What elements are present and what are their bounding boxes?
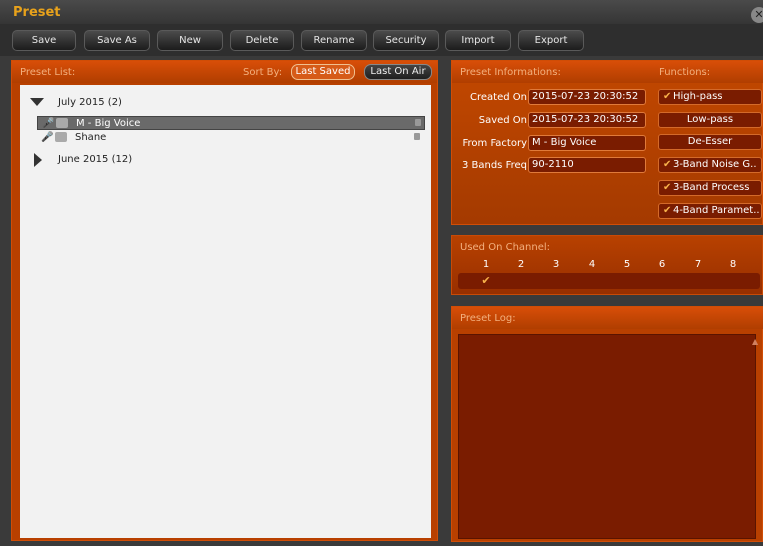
group-label: July 2015 (2) <box>58 97 122 108</box>
collapse-arrow-icon[interactable] <box>30 98 44 106</box>
function-label: De-Esser <box>687 136 733 147</box>
preset-item-big-voice[interactable]: 🎤 M - Big Voice <box>37 116 425 130</box>
preset-log-panel: Preset Log: ▲ <box>451 306 763 542</box>
function-label: 3-Band Process <box>673 182 750 193</box>
preset-log-textarea[interactable] <box>458 334 756 539</box>
export-button[interactable]: Export <box>518 30 584 51</box>
function-label: High-pass <box>673 91 723 102</box>
microphone-icon: 🎤 <box>41 132 54 143</box>
channel-number: 7 <box>694 259 702 270</box>
saved-on-field: 2015-07-23 20:30:52 <box>528 112 646 128</box>
preset-tree[interactable]: July 2015 (2) 🎤 M - Big Voice 🎤 Shane Ju… <box>20 85 431 538</box>
preset-info-label: Preset Informations: <box>460 67 561 78</box>
checkmark-icon: ✔ <box>663 91 672 102</box>
window-title: Preset <box>13 5 61 20</box>
new-button[interactable]: New <box>157 30 223 51</box>
created-on-label: Created On <box>470 92 527 103</box>
channel-number: 1 <box>482 259 490 270</box>
lock-icon <box>414 133 420 140</box>
function-low-pass[interactable]: Low-pass <box>658 112 762 128</box>
channel-number: 8 <box>729 259 737 270</box>
function-label: Low-pass <box>686 114 734 125</box>
group-june-2015[interactable]: June 2015 (12) <box>20 151 431 169</box>
save-button[interactable]: Save <box>12 30 76 51</box>
preset-log-header: Preset Log: <box>452 307 763 329</box>
used-on-channel-panel: Used On Channel: 1 2 3 4 5 6 7 8 ✔ <box>451 235 763 295</box>
channel-number: 2 <box>517 259 525 270</box>
function-label: 3-Band Noise G.. <box>673 159 757 170</box>
security-button[interactable]: Security <box>373 30 439 51</box>
preset-item-shane[interactable]: 🎤 Shane <box>37 131 425 145</box>
scroll-up-icon[interactable]: ▲ <box>752 337 758 346</box>
channel-number: 3 <box>552 259 560 270</box>
import-button[interactable]: Import <box>445 30 511 51</box>
channel-number: 4 <box>588 259 596 270</box>
expand-arrow-icon[interactable] <box>34 153 42 167</box>
function-4-band-parametric[interactable]: ✔ 4-Band Paramet.. <box>658 203 762 219</box>
group-july-2015[interactable]: July 2015 (2) <box>20 94 431 112</box>
preset-info-panel: Preset Informations: Functions: Created … <box>451 60 763 225</box>
lock-icon <box>415 119 421 126</box>
from-factory-label: From Factory <box>462 138 527 149</box>
checkmark-icon: ✔ <box>663 205 672 216</box>
rename-button[interactable]: Rename <box>301 30 367 51</box>
channel-1-check-icon: ✔ <box>481 274 491 287</box>
close-icon[interactable]: ✕ <box>751 7 763 23</box>
created-on-field: 2015-07-23 20:30:52 <box>528 89 646 105</box>
save-as-button[interactable]: Save As <box>84 30 150 51</box>
preset-icon <box>55 132 67 142</box>
checkmark-icon: ✔ <box>663 159 672 170</box>
preset-name: M - Big Voice <box>76 118 141 129</box>
channel-number: 5 <box>623 259 631 270</box>
used-on-channel-label: Used On Channel: <box>460 242 551 253</box>
microphone-icon: 🎤 <box>42 118 55 129</box>
title-bar: Preset ✕ <box>0 0 763 24</box>
preset-list-panel: Preset List: Sort By: Last Saved Last On… <box>11 60 438 541</box>
function-noise-gate[interactable]: ✔ 3-Band Noise G.. <box>658 157 762 173</box>
function-3-band-process[interactable]: ✔ 3-Band Process <box>658 180 762 196</box>
checkmark-icon: ✔ <box>663 182 672 193</box>
sort-by-label: Sort By: <box>243 67 283 78</box>
from-factory-field: M - Big Voice <box>528 135 646 151</box>
preset-info-header: Preset Informations: Functions: <box>452 61 763 83</box>
preset-log-label: Preset Log: <box>460 313 516 324</box>
bands-freq-field: 90-2110 <box>528 157 646 173</box>
preset-icon <box>56 118 68 128</box>
sort-last-saved-button[interactable]: Last Saved <box>291 64 355 80</box>
bands-freq-label: 3 Bands Freq <box>461 160 527 171</box>
saved-on-label: Saved On <box>478 115 527 126</box>
channel-number: 6 <box>658 259 666 270</box>
functions-label: Functions: <box>659 67 711 78</box>
delete-button[interactable]: Delete <box>230 30 294 51</box>
sort-last-on-air-button[interactable]: Last On Air <box>364 64 432 80</box>
preset-list-header: Preset List: Sort By: Last Saved Last On… <box>12 61 437 83</box>
toolbar: Save Save As New Delete Rename Security … <box>0 24 763 56</box>
channel-bar <box>458 273 760 289</box>
function-label: 4-Band Paramet.. <box>673 205 760 216</box>
preset-name: Shane <box>75 132 107 143</box>
group-label: June 2015 (12) <box>58 154 133 165</box>
function-de-esser[interactable]: De-Esser <box>658 134 762 150</box>
function-high-pass[interactable]: ✔ High-pass <box>658 89 762 105</box>
preset-list-label: Preset List: <box>20 67 76 78</box>
